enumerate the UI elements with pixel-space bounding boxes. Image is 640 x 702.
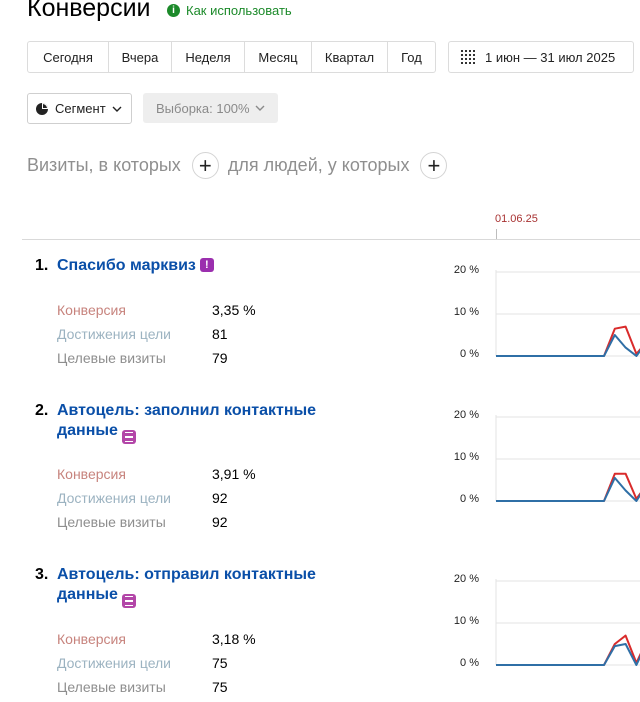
y-tick-label: 20 % xyxy=(453,573,479,585)
goal-chart xyxy=(495,579,640,666)
series-line xyxy=(496,643,640,666)
y-tick-label: 10 % xyxy=(453,615,479,627)
y-tick-label: 0 % xyxy=(460,657,479,669)
series-line xyxy=(496,634,640,666)
